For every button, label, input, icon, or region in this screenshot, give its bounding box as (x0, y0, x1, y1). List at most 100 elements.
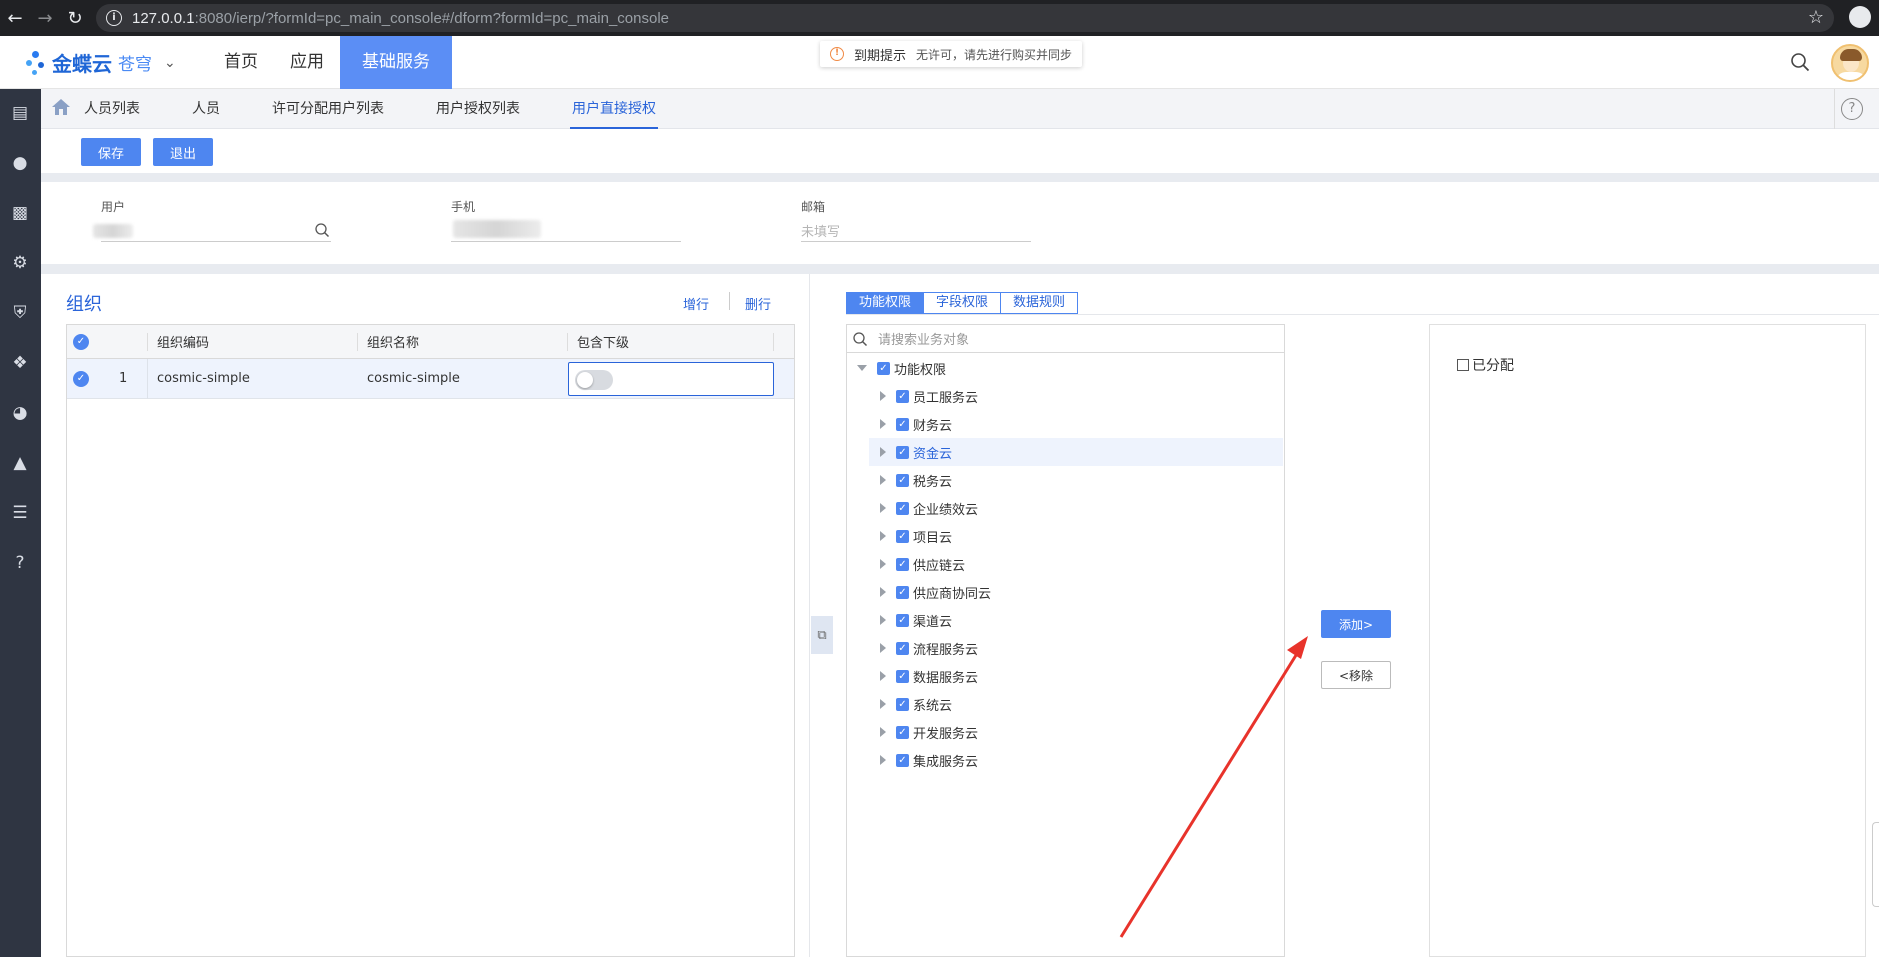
expand-icon[interactable] (880, 727, 886, 737)
checkbox-checked[interactable]: ✓ (896, 529, 909, 543)
tab-license-users[interactable]: 许可分配用户列表 (272, 89, 384, 129)
user-settings-icon[interactable]: ⚙ (8, 251, 32, 275)
forward-icon[interactable]: → (30, 0, 60, 36)
checkbox-checked[interactable]: ✓ (896, 473, 909, 487)
nav-basic-services[interactable]: 基础服务 (340, 36, 452, 89)
checkbox-checked[interactable]: ✓ (896, 697, 909, 711)
save-button[interactable]: 保存 (81, 138, 141, 166)
help-circle-icon[interactable]: ? (8, 551, 32, 575)
expand-icon[interactable] (880, 419, 886, 429)
splitter-handle-icon[interactable]: ⧉ (811, 616, 833, 654)
tree-root[interactable]: ✓ 功能权限 (857, 354, 946, 382)
delete-row-button[interactable]: 删行 (745, 294, 771, 313)
col-org-code[interactable]: 组织编码 (157, 325, 209, 358)
expand-icon[interactable] (880, 671, 886, 681)
include-sub-cell[interactable] (568, 362, 774, 396)
tree-item[interactable]: ✓ 供应链云 (880, 550, 965, 578)
user-icon[interactable]: ● (8, 151, 32, 175)
expand-icon[interactable] (880, 755, 886, 765)
checkbox-checked[interactable]: ✓ (896, 389, 909, 403)
shield-icon[interactable]: ⛨ (8, 301, 32, 325)
tree-item[interactable]: ✓ 员工服务云 (880, 382, 978, 410)
include-sub-toggle[interactable] (575, 370, 613, 390)
compass-icon[interactable]: ❖ (8, 351, 32, 375)
add-row-button[interactable]: 增行 (683, 294, 709, 313)
add-button[interactable]: 添加> (1321, 610, 1391, 638)
tree-item[interactable]: ✓ 供应商协同云 (880, 578, 991, 606)
row-checkbox[interactable]: ✓ (73, 359, 89, 398)
search-icon[interactable] (314, 222, 330, 238)
tree-item[interactable]: ✓ 项目云 (880, 522, 952, 550)
expand-icon[interactable] (880, 643, 886, 653)
table-row[interactable]: ✓ 1 cosmic-simple cosmic-simple (67, 359, 794, 399)
tree-item[interactable]: ✓ 渠道云 (880, 606, 952, 634)
nav-apps[interactable]: 应用 (274, 36, 340, 89)
checkbox-checked[interactable]: ✓ (896, 585, 909, 599)
tree-item[interactable]: ✓ 税务云 (880, 466, 952, 494)
tab-user-direct-auth[interactable]: 用户直接授权 (570, 89, 658, 129)
expand-icon[interactable] (880, 391, 886, 401)
bookmark-star-icon[interactable]: ☆ (1808, 7, 1824, 28)
expand-icon[interactable] (880, 475, 886, 485)
nav-home[interactable]: 首页 (208, 36, 274, 89)
select-all-checkbox[interactable]: ✓ (73, 325, 89, 358)
globe-icon[interactable]: ◕ (8, 401, 32, 425)
col-org-name[interactable]: 组织名称 (367, 325, 419, 358)
expand-icon[interactable] (880, 699, 886, 709)
checkbox-checked[interactable]: ✓ (896, 753, 909, 767)
checkbox-checked[interactable]: ✓ (896, 445, 909, 459)
home-icon[interactable] (51, 98, 71, 116)
tree-search-input[interactable]: 请搜索业务对象 (878, 329, 969, 348)
col-include-sub[interactable]: 包含下级 (577, 325, 629, 358)
address-bar[interactable]: i 127.0.0.1:8080/ierp/?formId=pc_main_co… (96, 4, 1834, 32)
expand-icon[interactable] (880, 615, 886, 625)
tree-item[interactable]: ✓ 系统云 (880, 690, 952, 718)
tree-item[interactable]: ✓ 企业绩效云 (880, 494, 978, 522)
tree-item[interactable]: ✓ 财务云 (880, 410, 952, 438)
checkbox-checked[interactable]: ✓ (877, 361, 890, 375)
search-icon[interactable] (1790, 52, 1810, 72)
checkbox-checked[interactable]: ✓ (896, 725, 909, 739)
expiry-notice[interactable]: ! 到期提示 无许可，请先进行购买并同步 (820, 41, 1083, 67)
chevron-down-icon[interactable]: ⌄ (164, 55, 176, 71)
checkbox-checked[interactable]: ✓ (896, 669, 909, 683)
tree-search[interactable]: 请搜索业务对象 (847, 325, 1284, 353)
expand-icon[interactable] (880, 559, 886, 569)
document-list-icon[interactable]: ▤ (8, 101, 32, 125)
tree-item[interactable]: ✓ 数据服务云 (880, 662, 978, 690)
reload-icon[interactable]: ↻ (60, 0, 90, 36)
checkbox-checked[interactable]: ✓ (896, 417, 909, 431)
expand-icon[interactable] (880, 531, 886, 541)
expand-icon[interactable] (857, 365, 867, 371)
checkbox-checked[interactable]: ✓ (896, 501, 909, 515)
checkbox-checked[interactable]: ✓ (896, 557, 909, 571)
expand-icon[interactable] (880, 503, 886, 513)
back-icon[interactable]: ← (0, 0, 30, 36)
assigned-checkbox[interactable]: 已分配 (1457, 355, 1514, 375)
user-field[interactable] (101, 218, 331, 242)
remove-button[interactable]: <移除 (1321, 661, 1391, 689)
checkbox-checked[interactable]: ✓ (896, 641, 909, 655)
side-drawer-handle[interactable] (1872, 822, 1879, 907)
app-logo[interactable]: 金蝶云 苍穹 ⌄ (26, 48, 176, 77)
tab-field-permission[interactable]: 字段权限 (924, 292, 1002, 314)
tab-data-rules[interactable]: 数据规则 (1001, 292, 1079, 314)
tab-person[interactable]: 人员 (192, 89, 220, 129)
browser-profile-icon[interactable] (1849, 6, 1871, 28)
exit-button[interactable]: 退出 (153, 138, 213, 166)
tab-function-permission[interactable]: 功能权限 (846, 292, 925, 314)
user-avatar[interactable] (1831, 44, 1869, 82)
help-icon[interactable]: ? (1841, 98, 1863, 120)
person-badge-icon[interactable]: ▲ (8, 451, 32, 475)
expand-icon[interactable] (880, 447, 886, 457)
tree-item[interactable]: ✓ 资金云 (869, 438, 1283, 466)
tree-item[interactable]: ✓ 集成服务云 (880, 746, 978, 774)
expand-icon[interactable] (880, 587, 886, 597)
org-tree-icon[interactable]: ▩ (8, 201, 32, 225)
checkbox-checked[interactable]: ✓ (896, 613, 909, 627)
tab-person-list[interactable]: 人员列表 (84, 89, 140, 129)
tab-user-auth-list[interactable]: 用户授权列表 (436, 89, 520, 129)
tree-item[interactable]: ✓ 流程服务云 (880, 634, 978, 662)
server-icon[interactable]: ☰ (8, 501, 32, 525)
tree-item[interactable]: ✓ 开发服务云 (880, 718, 978, 746)
